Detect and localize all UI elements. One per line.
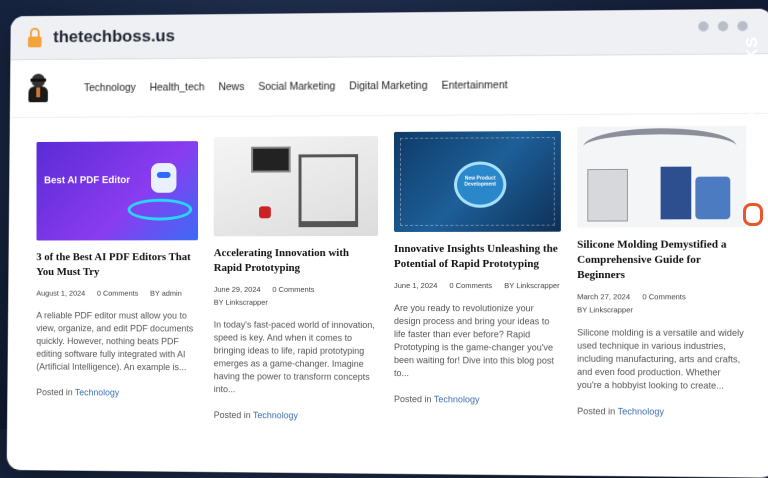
post-excerpt: Are you ready to revolutionize your desi…: [394, 302, 561, 381]
nav-item-entertainment[interactable]: Entertainment: [442, 79, 508, 91]
post-date[interactable]: March 27, 2024: [577, 292, 630, 301]
post-thumbnail[interactable]: Best AI PDF Editor: [36, 141, 198, 240]
post-card: Best AI PDF Editor 3 of the Best AI PDF …: [36, 141, 198, 420]
post-meta: June 29, 2024 0 Comments BY Linkscrapper: [214, 285, 378, 307]
machine-icon: [661, 167, 692, 220]
laptop-icon: [251, 147, 291, 173]
site-logo[interactable]: [27, 74, 49, 104]
posted-in-label: Posted in: [394, 394, 432, 404]
post-title[interactable]: Innovative Insights Unleashing the Poten…: [394, 242, 561, 272]
machine-icon: [587, 169, 628, 222]
nav-item-digital-marketing[interactable]: Digital Marketing: [349, 80, 427, 92]
post-category-line: Posted in Technology: [394, 394, 561, 405]
post-author[interactable]: BY Linkscrapper: [214, 298, 268, 307]
address-bar[interactable]: thetechboss.us: [10, 9, 768, 61]
post-grid: Best AI PDF Editor 3 of the Best AI PDF …: [36, 122, 746, 424]
printer-icon: [299, 154, 359, 227]
machine-icon: [695, 177, 730, 220]
nav-item-news[interactable]: News: [218, 81, 244, 93]
part-icon: [259, 206, 271, 218]
window-dot-icon[interactable]: [737, 21, 747, 31]
post-date[interactable]: June 1, 2024: [394, 281, 437, 290]
post-title[interactable]: 3 of the Best AI PDF Editors That You Mu…: [36, 250, 198, 280]
post-comments[interactable]: 0 Comments: [642, 292, 685, 301]
post-comments[interactable]: 0 Comments: [272, 285, 314, 294]
nav-item-technology[interactable]: Technology: [84, 82, 136, 94]
link-icon: [743, 203, 763, 226]
nav-item-health-tech[interactable]: Health_tech: [150, 81, 205, 93]
posted-in-label: Posted in: [577, 406, 615, 416]
post-category-link[interactable]: Technology: [253, 410, 298, 420]
window-dot-icon[interactable]: [698, 21, 708, 31]
post-excerpt: In today's fast-paced world of innovatio…: [214, 319, 378, 397]
posted-in-label: Posted in: [214, 410, 251, 420]
post-author[interactable]: BY Linkscrapper: [577, 305, 633, 314]
site-header: Technology Health_tech News Social Marke…: [10, 54, 768, 118]
post-category-link[interactable]: Technology: [618, 406, 664, 416]
badge-text: GUESTPOSTLINKS: [744, 36, 762, 197]
post-category-line: Posted in Technology: [214, 410, 378, 421]
post-excerpt: A reliable PDF editor must allow you to …: [36, 309, 198, 374]
post-title[interactable]: Silicone Molding Demystified a Comprehen…: [577, 237, 747, 283]
main-nav: Technology Health_tech News Social Marke…: [84, 79, 508, 94]
post-date[interactable]: August 1, 2024: [36, 289, 85, 298]
url-text[interactable]: thetechboss.us: [53, 26, 175, 47]
machine-arm-icon: [583, 128, 736, 165]
post-thumbnail[interactable]: [214, 136, 378, 236]
post-meta: March 27, 2024 0 Comments BY Linkscrappe…: [577, 292, 747, 314]
post-author[interactable]: BY Linkscrapper: [504, 281, 559, 290]
guestpostlinks-badge: GUESTPOSTLINKS: [742, 36, 764, 226]
post-comments[interactable]: 0 Comments: [449, 281, 492, 290]
post-category-line: Posted in Technology: [36, 387, 198, 398]
post-title[interactable]: Accelerating Innovation with Rapid Proto…: [214, 246, 378, 276]
post-card: New Product Development Innovative Insig…: [394, 131, 561, 422]
thumbnail-caption: New Product Development: [454, 175, 506, 187]
post-card: Silicone Molding Demystified a Comprehen…: [577, 126, 747, 424]
post-meta: June 1, 2024 0 Comments BY Linkscrapper: [394, 281, 561, 290]
lock-icon: [28, 36, 42, 47]
posted-in-label: Posted in: [36, 387, 72, 397]
ring-graphic: [128, 199, 193, 221]
nav-item-social-marketing[interactable]: Social Marketing: [258, 80, 335, 92]
post-author[interactable]: BY admin: [150, 289, 182, 298]
robot-icon: [151, 163, 176, 193]
post-category-line: Posted in Technology: [577, 406, 747, 417]
post-thumbnail[interactable]: [577, 126, 747, 228]
post-card: Accelerating Innovation with Rapid Proto…: [214, 136, 378, 421]
post-excerpt: Silicone molding is a versatile and wide…: [577, 326, 747, 392]
post-category-link[interactable]: Technology: [434, 394, 480, 404]
post-date[interactable]: June 29, 2024: [214, 285, 261, 294]
post-category-link[interactable]: Technology: [75, 387, 119, 397]
window-dot-icon[interactable]: [718, 21, 728, 31]
post-thumbnail[interactable]: New Product Development: [394, 131, 561, 232]
thumbnail-caption: Best AI PDF Editor: [44, 175, 130, 186]
post-comments[interactable]: 0 Comments: [97, 289, 138, 298]
window-controls: [698, 21, 747, 32]
post-meta: August 1, 2024 0 Comments BY admin: [36, 289, 198, 298]
